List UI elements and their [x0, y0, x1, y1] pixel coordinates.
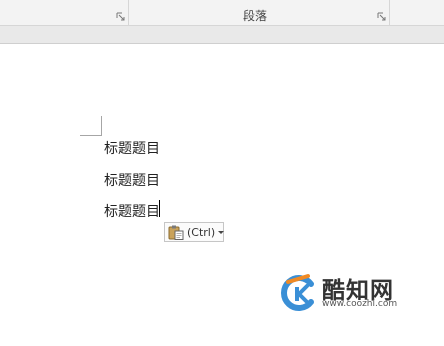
paste-options-button[interactable]: (Ctrl): [164, 222, 225, 242]
paste-options-label: (Ctrl): [187, 225, 216, 239]
ruler-strip: [0, 26, 444, 44]
coozhi-logo-icon: [280, 274, 318, 312]
paragraph-group-label: 段落: [243, 9, 268, 23]
paragraph-dialog-launcher-icon[interactable]: [377, 12, 386, 21]
margin-corner-mark: [80, 116, 102, 136]
document-line[interactable]: 标题题目: [104, 170, 160, 190]
text-cursor: [159, 200, 160, 217]
watermark-url: www.coozhi.com: [322, 299, 398, 309]
ribbon-group-divider: [128, 0, 129, 25]
font-dialog-launcher-icon[interactable]: [116, 12, 125, 21]
ribbon: 段落: [0, 0, 444, 26]
clipboard-icon: [168, 225, 184, 240]
document-line[interactable]: 标题题目: [104, 201, 160, 221]
ribbon-group-divider: [389, 0, 390, 25]
document-line[interactable]: 标题题目: [104, 138, 160, 158]
watermark: 酷知网 www.coozhi.com: [278, 271, 408, 317]
document-page[interactable]: 标题题目 标题题目 标题题目 (Ctrl) 酷知网 www.coozhi.com: [0, 44, 444, 346]
chevron-down-icon: [218, 230, 225, 234]
